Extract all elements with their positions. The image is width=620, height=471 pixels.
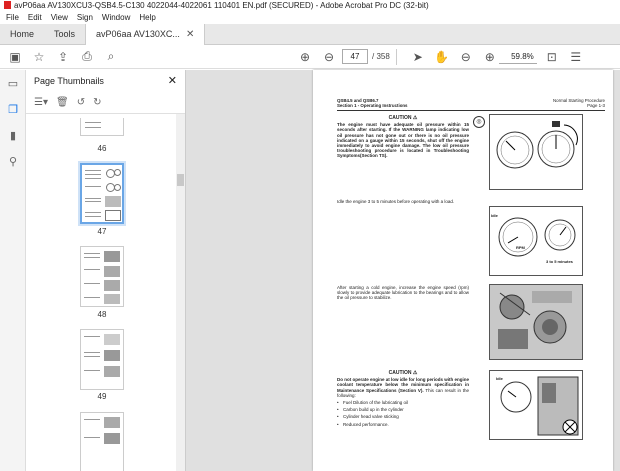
thumbnail-page-50[interactable]: [80, 412, 124, 471]
pages-panel-icon[interactable]: ❐: [0, 96, 26, 122]
options-menu-icon[interactable]: ☰▾: [34, 97, 48, 108]
thumbnail-page-49[interactable]: [80, 329, 124, 390]
zoom-out-icon[interactable]: ⊖: [457, 48, 475, 66]
menu-sign[interactable]: Sign: [77, 12, 93, 24]
tab-document-label: avP06aa AV130XC...: [96, 29, 180, 39]
window-title: avP06aa AV130XCU3-QSB4.5-C130 4022044-40…: [14, 1, 429, 10]
upload-cloud-icon[interactable]: ⇪: [54, 48, 72, 66]
thumbnail-label: 48: [97, 310, 107, 319]
list-item: Carbon build up in the cylinder: [337, 407, 469, 412]
close-panel-icon[interactable]: ✕: [168, 70, 177, 92]
header-rule: [337, 110, 605, 111]
close-tab-icon[interactable]: ✕: [186, 24, 194, 45]
tab-bar: Home Tools avP06aa AV130XC... ✕: [0, 24, 620, 45]
bookmark-star-icon[interactable]: ☆: [30, 48, 48, 66]
list-item: Fuel Dilution of the lubricating oil: [337, 400, 469, 405]
thumbnails-header: Page Thumbnails ✕: [26, 70, 185, 92]
rotate-right-icon[interactable]: ↻: [93, 97, 101, 108]
idle-label: Idle: [491, 213, 498, 218]
thumbnails-scrollbar[interactable]: [176, 114, 185, 471]
page-header-left: QSB4.5 and QSB6.7 Section 1 - Operating …: [337, 98, 408, 108]
thumbnail-label: 49: [97, 392, 107, 401]
save-icon[interactable]: ▣: [6, 48, 24, 66]
figure-engine-photo: [489, 284, 583, 360]
figure-low-idle-warning: Idle: [489, 370, 583, 440]
thumbnail-page-46[interactable]: [80, 118, 124, 136]
thumbnail-label: 47: [97, 227, 107, 236]
thumbnails-panel: Page Thumbnails ✕ ☰▾ 🗑 ↺ ↻ 46 47 48 49: [26, 70, 186, 471]
thumbnails-title: Page Thumbnails: [34, 76, 104, 86]
idle-gauge-illustration: [498, 217, 576, 257]
page-count: / 358: [372, 52, 390, 61]
zoom-in-icon[interactable]: ⊕: [481, 48, 499, 66]
window-title-bar: avP06aa AV130XCU3-QSB4.5-C130 4022044-40…: [0, 0, 620, 12]
delete-icon[interactable]: 🗑: [56, 97, 69, 108]
menu-help[interactable]: Help: [139, 12, 155, 24]
figure-oil-pressure-gauges: [489, 114, 583, 190]
pdf-page: QSB4.5 and QSB6.7 Section 1 - Operating …: [313, 70, 613, 471]
menu-window[interactable]: Window: [102, 12, 130, 24]
cold-start-instruction: After starting a cold engine, increase t…: [337, 285, 469, 301]
warning-triangle-icon: ⚠: [412, 370, 418, 376]
thumbnails-toolbar: ☰▾ 🗑 ↺ ↻: [26, 92, 185, 114]
gauge-symbol-icon: ◎: [473, 116, 485, 128]
thumbnail-label: 46: [97, 144, 107, 153]
bookmarks-icon[interactable]: ▮: [0, 122, 26, 148]
caution-block-2: CAUTION ⚠ Do not operate engine at low i…: [337, 370, 469, 427]
caution-title: CAUTION ⚠: [388, 370, 418, 376]
tab-document[interactable]: avP06aa AV130XC... ✕: [85, 24, 206, 45]
search-icon[interactable]: ⌕: [102, 48, 120, 66]
previous-page-icon[interactable]: ⊕: [296, 48, 314, 66]
idle-instruction: Idle the engine 3 to 5 minutes before op…: [337, 199, 455, 204]
tab-tools[interactable]: Tools: [44, 24, 85, 45]
menu-bar: File Edit View Sign Window Help: [0, 12, 620, 24]
low-idle-illustration: [500, 376, 579, 436]
thumbnail-page-48[interactable]: [80, 246, 124, 307]
print-icon[interactable]: ⎙: [78, 48, 96, 66]
left-rail: ▭ ❐ ▮ ⚲: [0, 70, 26, 471]
caution-title: CAUTION ⚠: [388, 115, 418, 121]
list-item: Cylinder head valve sticking: [337, 414, 469, 419]
figure-idle-gauges: Idle RPM 3 to 5 minutes: [489, 206, 583, 276]
rotate-left-icon[interactable]: ↺: [77, 97, 85, 108]
next-page-icon[interactable]: ⊖: [320, 48, 338, 66]
fit-page-icon[interactable]: ⊡: [543, 48, 561, 66]
idle-label: Idle: [496, 376, 503, 381]
hand-tool-icon[interactable]: ✋: [433, 48, 451, 66]
caution-block-1: CAUTION ⚠ The engine must have adequate …: [337, 115, 469, 159]
menu-file[interactable]: File: [6, 12, 19, 24]
warning-triangle-icon: ⚠: [412, 115, 418, 121]
thumbnail-page-47[interactable]: [78, 161, 126, 226]
toolbar: ▣ ☆ ⇪ ⎙ ⌕ ⊕ ⊖ 47 / 358 ➤ ✋ ⊖ ⊕ 59.8% ⊡ ☰: [0, 45, 620, 69]
menu-edit[interactable]: Edit: [28, 12, 42, 24]
zoom-level-field[interactable]: 59.8%: [498, 49, 537, 64]
attachments-icon[interactable]: ⚲: [0, 148, 26, 174]
page-header-right: Normal Starting Procedure Page 1-3: [553, 98, 605, 108]
document-area[interactable]: QSB4.5 and QSB6.7 Section 1 - Operating …: [186, 70, 620, 471]
view-mode-icon[interactable]: ☰: [567, 48, 585, 66]
minutes-label: 3 to 5 minutes: [546, 259, 573, 264]
caution-text-1: The engine must have adequate oil pressu…: [337, 122, 469, 159]
oil-gauge-illustration: [496, 121, 578, 169]
menu-view[interactable]: View: [51, 12, 68, 24]
select-cursor-icon[interactable]: ➤: [409, 48, 427, 66]
page-thumbnails-icon[interactable]: ▭: [0, 70, 26, 96]
engine-illustration: [490, 285, 582, 359]
tab-home[interactable]: Home: [0, 24, 44, 45]
page-number-input[interactable]: 47: [342, 49, 368, 64]
acrobat-icon: [4, 1, 11, 9]
scrollbar-thumb[interactable]: [177, 174, 184, 186]
rpm-label: RPM: [516, 245, 525, 250]
list-item: Reduced performance.: [337, 422, 469, 427]
